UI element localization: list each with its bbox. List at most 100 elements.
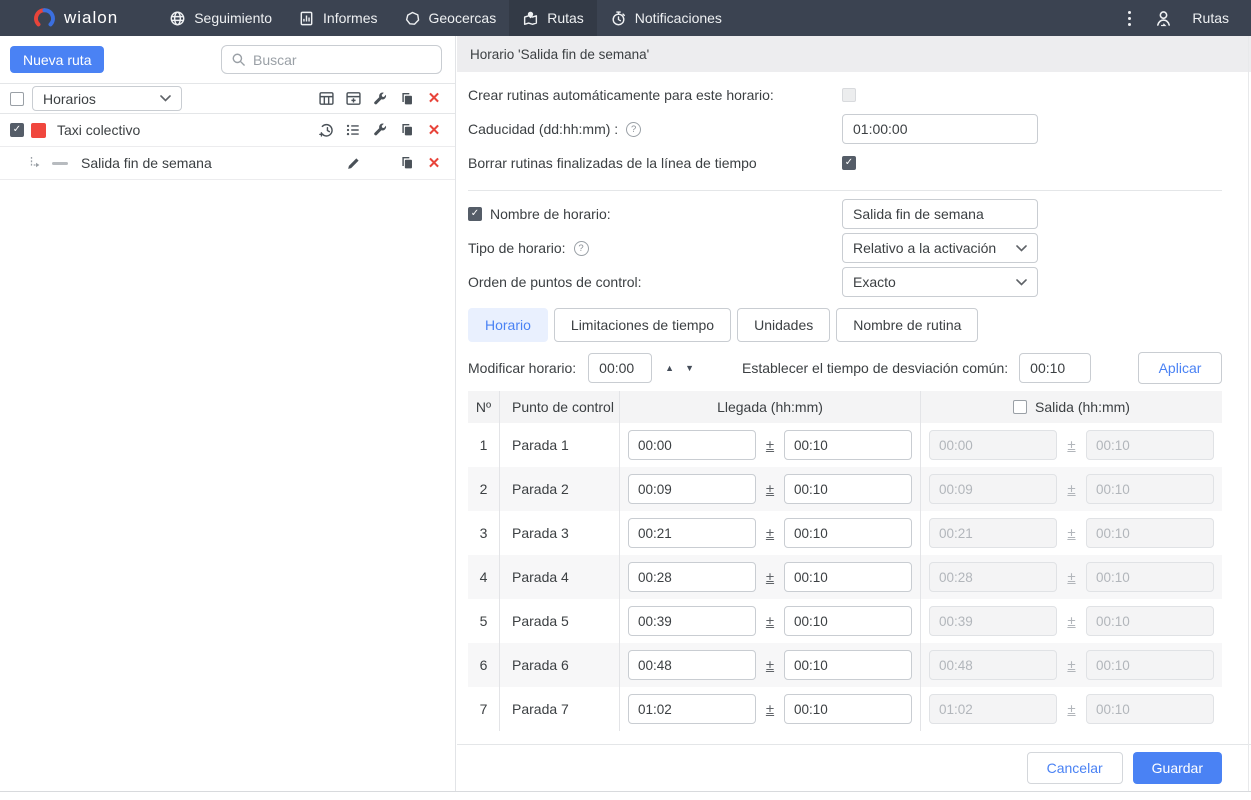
plus-minus-icon: ± [765,656,775,674]
kebab-menu-icon[interactable] [1124,9,1135,28]
schedule-editor-panel: Horario 'Salida fin de semana' Crear rut… [457,36,1251,791]
modify-schedule-input[interactable] [588,353,653,383]
empty-slot [371,154,389,172]
departure-cell: ± [920,687,1222,731]
departure-checkbox[interactable]: ✓ [1013,400,1028,414]
arrival-deviation-input[interactable] [784,518,912,548]
table-row: 6 Parada 6 ± ± [468,643,1222,687]
departure-time-input [929,606,1057,636]
arrival-time-input[interactable] [628,650,756,680]
copy-icon[interactable] [398,154,416,172]
copy-icon[interactable] [398,121,416,139]
schedule-actions: ✕ [317,154,443,172]
arrival-time-input[interactable] [628,474,756,504]
panel-footer: Cancelar Guardar [457,744,1251,791]
arrival-deviation-input[interactable] [784,694,912,724]
scrollbar-track[interactable] [1248,36,1249,791]
checkpoint-name: Parada 5 [499,599,619,643]
table-row: 1 Parada 1 ± ± [468,423,1222,467]
wialon-logo-text: wialon [64,8,119,27]
new-route-button[interactable]: Nueva ruta [10,46,105,73]
row-number: 1 [479,437,488,453]
schedule-name-input[interactable] [842,199,1038,229]
user-icon[interactable] [1154,9,1173,28]
tab-limitaciones-de-tiempo[interactable]: Limitaciones de tiempo [553,308,732,342]
arrival-deviation-input[interactable] [784,474,912,504]
plus-minus-icon: ± [1067,700,1076,718]
departure-deviation-input [1086,518,1214,548]
route-row-taxi-colectivo[interactable]: ✓ Taxi colectivo ✕ [0,114,455,147]
header-arrival: Llegada (hh:mm) [619,391,920,423]
user-section-label[interactable]: Rutas [1192,10,1229,26]
delete-icon[interactable]: ✕ [425,90,443,108]
schedule-name: Salida fin de semana [81,155,212,171]
header-departure: ✓ Salida (hh:mm) [920,391,1222,423]
decrement-button[interactable]: ▼ [685,363,694,373]
schedule-name-checkbox[interactable]: ✓ [468,207,482,221]
nav-notificaciones[interactable]: Notificaciones [597,0,735,36]
delete-icon[interactable]: ✕ [425,154,443,172]
departure-time-input [929,694,1057,724]
arrival-cell: ± [619,687,920,731]
expiration-input[interactable] [842,114,1038,144]
row-number: 4 [479,569,488,585]
nav-seguimiento[interactable]: Seguimiento [156,0,285,36]
arrival-deviation-input[interactable] [784,562,912,592]
search-input[interactable] [253,51,434,68]
arrival-time-input[interactable] [628,694,756,724]
checkpoint-name: Parada 2 [499,467,619,511]
route-checkbox[interactable]: ✓ [10,123,24,137]
header-checkpoint: Punto de control [499,391,619,423]
schedule-row-salida-fin-de-semana[interactable]: Salida fin de semana ✕ [0,147,455,180]
remove-finished-checkbox[interactable]: ✓ [842,156,856,170]
select-all-checkbox[interactable]: ✓ [10,91,24,106]
routes-icon [522,10,539,27]
save-button[interactable]: Guardar [1132,752,1222,784]
schedule-type-select[interactable]: Relativo a la activación [842,233,1038,263]
arrival-time-input[interactable] [628,518,756,548]
wrench-icon[interactable] [371,90,389,108]
departure-time-input [929,430,1057,460]
nav-rutas[interactable]: Rutas [509,0,597,36]
tab-horario[interactable]: Horario [468,308,548,342]
edit-icon[interactable] [344,154,362,172]
tab-unidades[interactable]: Unidades [737,308,831,342]
arrival-cell: ± [619,599,920,643]
delete-icon[interactable]: ✕ [425,121,443,139]
arrival-time-input[interactable] [628,562,756,592]
main-nav: Seguimiento Informes Geocercas Rutas Not… [156,0,735,36]
table-icon[interactable] [317,90,335,108]
checkpoint-order-select[interactable]: Exacto [842,267,1038,297]
copy-icon[interactable] [398,90,416,108]
arrival-time-input[interactable] [628,606,756,636]
search-box[interactable] [221,45,442,74]
arrival-deviation-input[interactable] [784,430,912,460]
departure-time-input [929,562,1057,592]
auto-routines-label: Crear rutinas automáticamente para este … [468,87,774,103]
arrival-deviation-input[interactable] [784,650,912,680]
cancel-button[interactable]: Cancelar [1026,752,1123,784]
wrench-icon[interactable] [371,121,389,139]
item-type-label: Horarios [43,90,96,107]
checkpoint-order-label: Orden de puntos de control: [468,274,642,290]
table-add-icon[interactable] [344,90,362,108]
arrival-deviation-input[interactable] [784,606,912,636]
apply-button[interactable]: Aplicar [1138,352,1222,384]
list-icon[interactable] [344,121,362,139]
nav-geocercas[interactable]: Geocercas [391,0,510,36]
tab-nombre-de-rutina[interactable]: Nombre de rutina [836,308,979,342]
history-add-icon[interactable] [317,121,335,139]
common-deviation-input[interactable] [1019,353,1092,383]
auto-routines-checkbox[interactable]: ✓ [842,88,856,102]
header-num: Nº [475,399,492,415]
arrival-time-input[interactable] [628,430,756,460]
help-icon[interactable]: ? [626,121,642,137]
route-actions: ✕ [317,121,443,139]
nav-informes[interactable]: Informes [285,0,390,36]
increment-button[interactable]: ▲ [665,363,674,373]
item-type-dropdown[interactable]: Horarios [32,86,182,111]
plus-minus-icon: ± [765,568,775,586]
sidebar: Nueva ruta ✓ Horarios [0,36,456,791]
help-icon[interactable]: ? [573,240,589,256]
bottom-divider [0,791,1251,792]
